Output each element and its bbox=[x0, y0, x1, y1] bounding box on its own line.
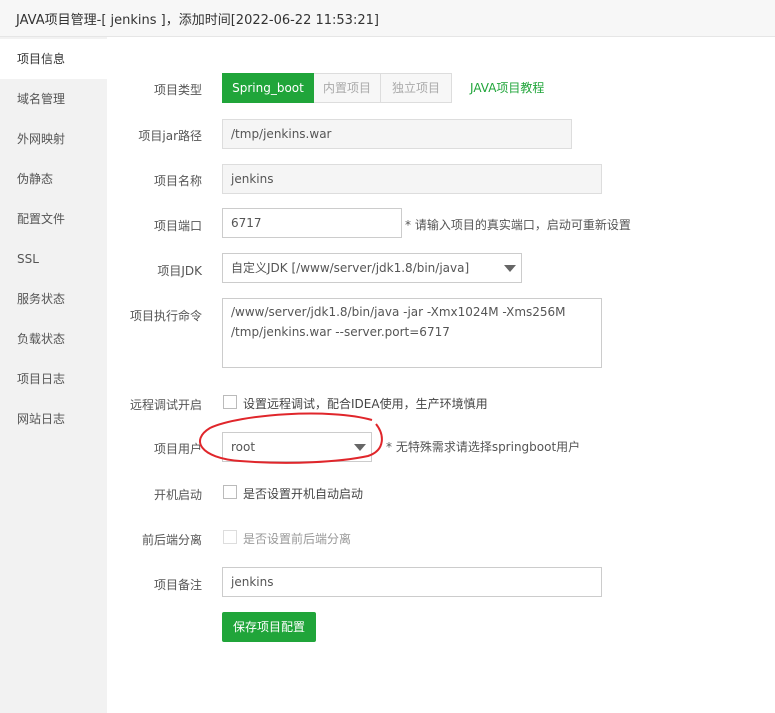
remote-debug-label: 远程调试开启 bbox=[129, 398, 202, 412]
window-title-bar: JAVA项目管理-[ jenkins ]，添加时间[2022-06-22 11:… bbox=[0, 0, 775, 37]
project-user-label: 项目用户 bbox=[153, 442, 202, 456]
separation-checkbox[interactable] bbox=[223, 530, 237, 544]
project-name-input[interactable]: jenkins bbox=[222, 164, 602, 194]
sidebar-item-site-log[interactable]: 网站日志 bbox=[0, 399, 107, 439]
sidebar-item-service-status[interactable]: 服务状态 bbox=[0, 279, 107, 319]
remote-debug-text: 设置远程调试，配合IDEA使用，生产环境慎用 bbox=[243, 397, 488, 411]
project-port-label: 项目端口 bbox=[153, 219, 202, 233]
save-button[interactable]: 保存项目配置 bbox=[222, 612, 316, 642]
jdk-select-value: 自定义JDK [/www/server/jdk1.8/bin/java] bbox=[231, 261, 470, 275]
separation-text: 是否设置前后端分离 bbox=[243, 532, 352, 546]
type-builtin-button[interactable]: 内置项目 bbox=[314, 73, 381, 103]
user-select-value: root bbox=[231, 440, 256, 454]
project-name-label: 项目名称 bbox=[153, 174, 202, 188]
type-standalone-button[interactable]: 独立项目 bbox=[381, 73, 452, 103]
command-textarea[interactable]: /www/server/jdk1.8/bin/java -jar -Xmx102… bbox=[222, 298, 602, 368]
project-port-input[interactable]: 6717 bbox=[222, 208, 402, 238]
sidebar: 项目信息 域名管理 外网映射 伪静态 配置文件 SSL 服务状态 负载状态 项目… bbox=[0, 37, 107, 713]
autostart-text: 是否设置开机自动启动 bbox=[243, 487, 364, 501]
sidebar-item-domain[interactable]: 域名管理 bbox=[0, 79, 107, 119]
user-select[interactable]: root bbox=[222, 432, 372, 462]
separation-label: 前后端分离 bbox=[141, 533, 202, 547]
sidebar-item-external-mapping[interactable]: 外网映射 bbox=[0, 119, 107, 159]
window-title: JAVA项目管理-[ jenkins ]，添加时间[2022-06-22 11:… bbox=[16, 13, 379, 28]
jdk-select[interactable]: 自定义JDK [/www/server/jdk1.8/bin/java] bbox=[222, 253, 522, 283]
chevron-down-icon bbox=[354, 444, 366, 451]
sidebar-item-project-log[interactable]: 项目日志 bbox=[0, 359, 107, 399]
port-hint: * 请输入项目的真实端口，启动可重新设置 bbox=[405, 218, 631, 232]
jar-path-label: 项目jar路径 bbox=[138, 129, 202, 143]
jar-path-input[interactable]: /tmp/jenkins.war bbox=[222, 119, 572, 149]
autostart-checkbox[interactable] bbox=[223, 485, 237, 499]
user-hint: * 无特殊需求请选择springboot用户 bbox=[386, 440, 581, 454]
command-label: 项目执行命令 bbox=[129, 309, 202, 323]
type-spring-boot-button[interactable]: Spring_boot bbox=[222, 73, 314, 103]
java-tutorial-link[interactable]: JAVA项目教程 bbox=[470, 79, 544, 96]
autostart-label: 开机启动 bbox=[153, 488, 202, 502]
sidebar-item-project-info[interactable]: 项目信息 bbox=[0, 39, 107, 79]
project-type-label: 项目类型 bbox=[153, 83, 202, 97]
remark-label: 项目备注 bbox=[153, 578, 202, 592]
remark-input[interactable]: jenkins bbox=[222, 567, 602, 597]
remote-debug-checkbox[interactable] bbox=[223, 395, 237, 409]
project-jdk-label: 项目JDK bbox=[157, 264, 202, 278]
sidebar-item-load-status[interactable]: 负载状态 bbox=[0, 319, 107, 359]
chevron-down-icon bbox=[504, 265, 516, 272]
sidebar-item-ssl[interactable]: SSL bbox=[0, 239, 107, 279]
sidebar-item-rewrite[interactable]: 伪静态 bbox=[0, 159, 107, 199]
sidebar-item-config-file[interactable]: 配置文件 bbox=[0, 199, 107, 239]
